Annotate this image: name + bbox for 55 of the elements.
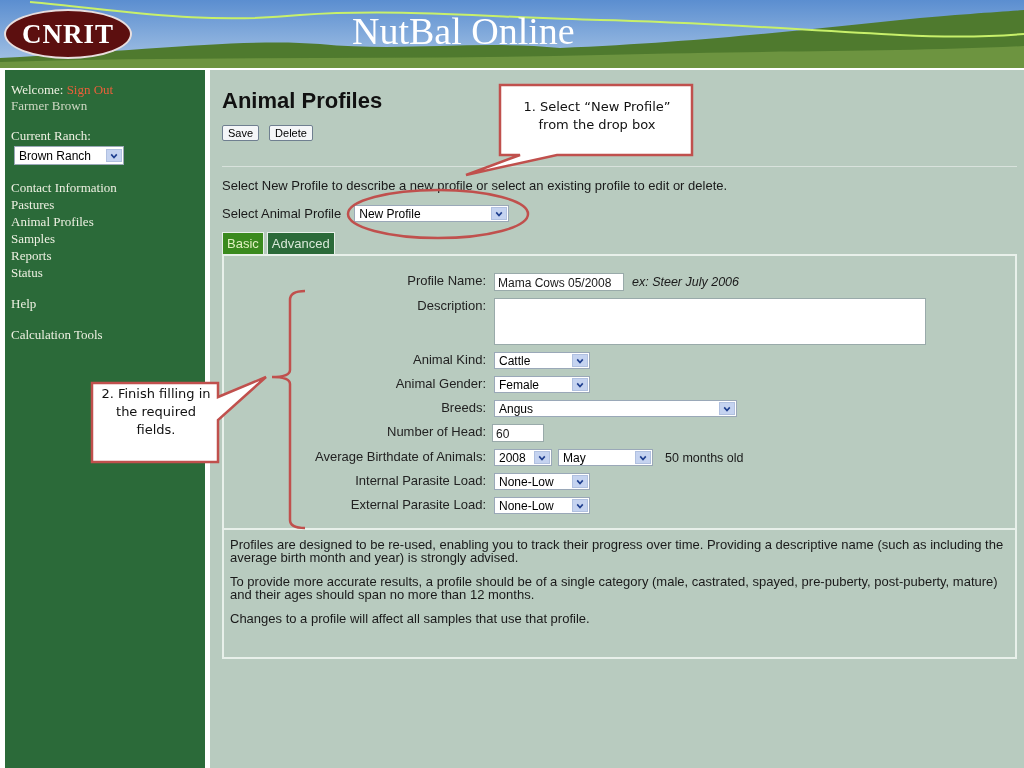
tab[interactable]: Basic bbox=[222, 232, 264, 254]
toolbar-button[interactable]: Save bbox=[222, 125, 260, 141]
help-paragraph: Profiles are designed to be re-used, enabling you to track their progress over time. Providing a descriptive name (such as including the average birth month and year) is strongly advised. bbox=[230, 538, 1005, 564]
nav-link[interactable]: Animal Profiles bbox=[11, 214, 199, 230]
callout-text: 2. Finish filling in the required fields. bbox=[100, 385, 212, 439]
number-field[interactable]: 60 bbox=[492, 424, 544, 442]
dropdown-caret-icon bbox=[572, 499, 588, 512]
dropdown-caret-icon bbox=[635, 451, 651, 464]
nav-link[interactable]: Samples bbox=[11, 231, 199, 247]
tab[interactable]: Advanced bbox=[266, 232, 335, 254]
ranch-label: Current Ranch: bbox=[11, 128, 92, 144]
toolbar-button[interactable]: Delete bbox=[269, 125, 313, 141]
year-select[interactable]: 2008 bbox=[494, 449, 552, 466]
dropdown-select[interactable]: Female bbox=[494, 376, 590, 393]
nav-link[interactable]: Calculation Tools bbox=[11, 327, 199, 343]
site-title: NutBal Online bbox=[352, 9, 575, 53]
ranch-select[interactable]: Brown Ranch bbox=[14, 146, 124, 165]
dropdown-caret-icon bbox=[491, 207, 508, 220]
callout-text: 1. Select “New Profile” from the drop box bbox=[522, 98, 672, 134]
field-label: Number of Head: bbox=[386, 424, 486, 441]
month-select[interactable]: May bbox=[558, 449, 653, 466]
dropdown-select[interactable]: None-Low bbox=[494, 473, 590, 490]
dropdown-caret-icon bbox=[719, 402, 735, 415]
dropdown-select[interactable]: None-Low bbox=[494, 497, 590, 514]
dropdown-caret-icon bbox=[572, 475, 588, 488]
dropdown-select[interactable]: Angus bbox=[494, 400, 737, 417]
dropdown-caret-icon bbox=[534, 451, 550, 464]
dropdown-caret-icon bbox=[106, 149, 122, 162]
field-label: Breeds: bbox=[440, 400, 486, 417]
description-field[interactable] bbox=[494, 298, 926, 345]
user-name: Farmer Brown bbox=[11, 98, 89, 114]
field-label: Internal Parasite Load: bbox=[354, 473, 486, 490]
field-label: Animal Kind: bbox=[412, 352, 486, 369]
age-text: 50 months old bbox=[665, 450, 744, 465]
text-field[interactable]: Mama Cows 05/2008 bbox=[494, 273, 624, 291]
nav-link[interactable]: Reports bbox=[11, 248, 199, 264]
help-paragraph: Changes to a profile will affect all samples that use that profile. bbox=[230, 612, 591, 625]
field-label: External Parasite Load: bbox=[349, 497, 486, 514]
field-label: Average Birthdate of Animals: bbox=[313, 449, 486, 466]
dropdown-caret-icon bbox=[572, 378, 588, 391]
page-title: Animal Profiles bbox=[222, 88, 383, 114]
help-paragraph: To provide more accurate results, a profile should be of a single category (male, castrated, spayed, pre-puberty, post-puberty, mature) and their ages should span no more than 12 months. bbox=[230, 575, 999, 601]
hint-text: ex: Steer July 2006 bbox=[632, 275, 739, 289]
nav-link[interactable]: Help bbox=[11, 296, 199, 312]
field-label: Select Animal Profile bbox=[222, 206, 342, 221]
field-label: Profile Name: bbox=[406, 273, 486, 290]
field-label: Animal Gender: bbox=[394, 376, 486, 393]
profile-select[interactable]: New Profile bbox=[354, 205, 510, 222]
dropdown-select[interactable]: Cattle bbox=[494, 352, 590, 369]
dropdown-caret-icon bbox=[572, 354, 588, 367]
nav-link[interactable]: Status bbox=[11, 265, 199, 281]
welcome-label: Welcome: bbox=[11, 82, 64, 97]
nav-link[interactable]: Pastures bbox=[11, 197, 199, 213]
nav-link[interactable]: Contact Information bbox=[11, 180, 199, 196]
field-label: Description: bbox=[416, 298, 486, 315]
